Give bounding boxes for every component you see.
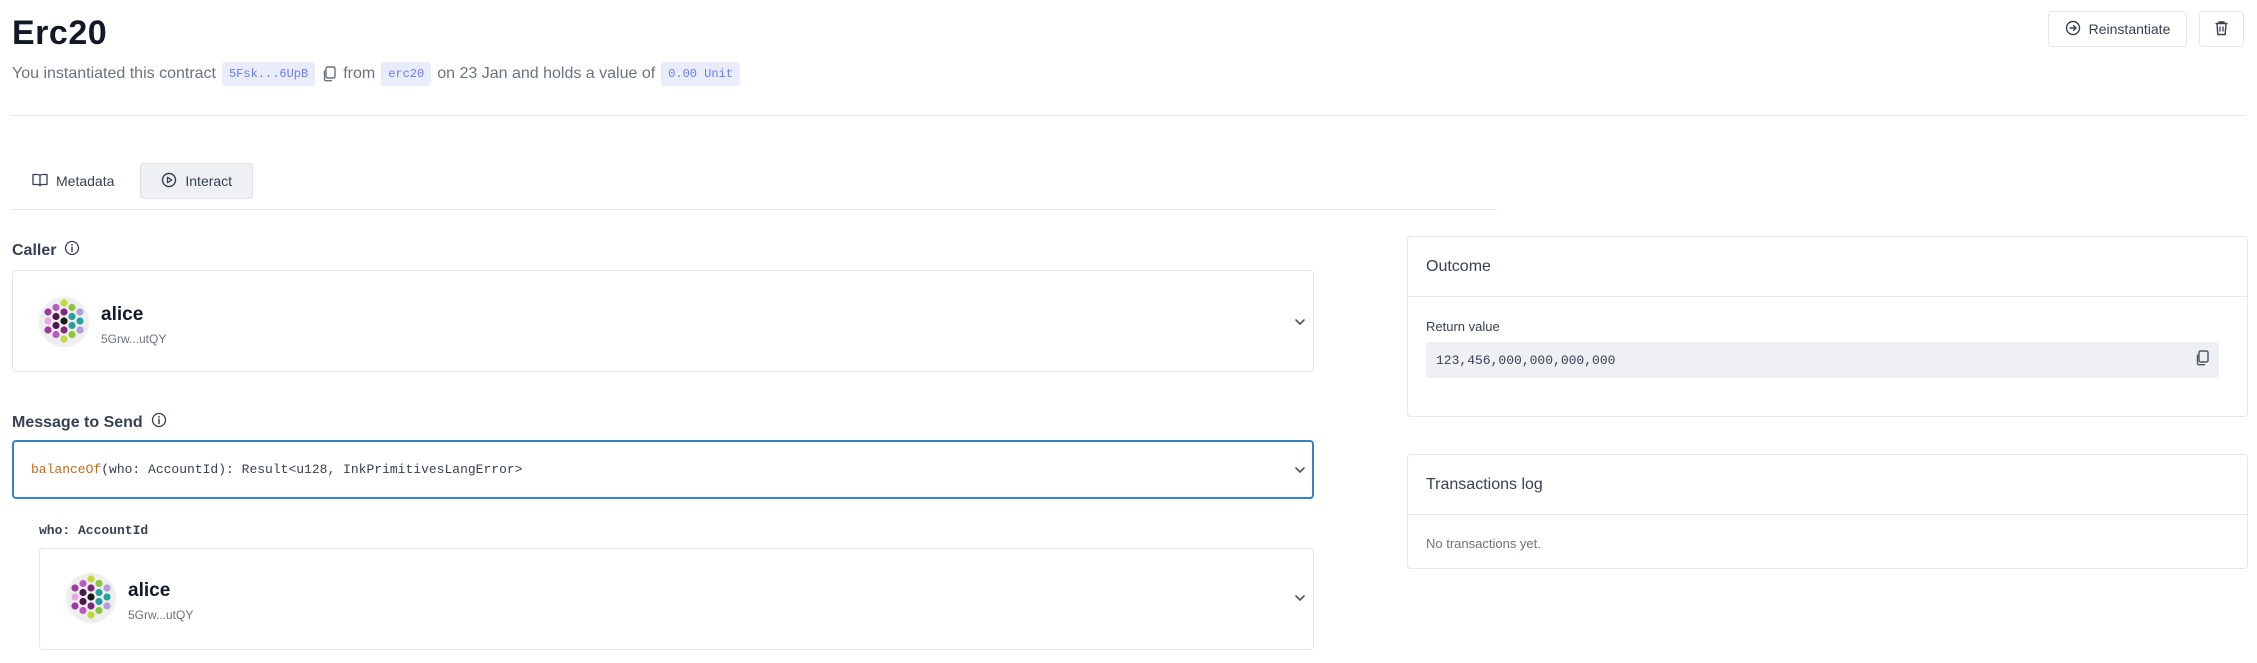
outcome-title: Outcome: [1408, 237, 2247, 297]
chevron-down-icon: [1291, 461, 1309, 479]
argument-account-text: alice 5Grw...utQY: [128, 580, 193, 622]
argument-account: alice 5Grw...utQY: [66, 573, 193, 628]
message-signature: balanceOf(who: AccountId): Result<u128, …: [31, 462, 523, 477]
chevron-down-icon: [1291, 313, 1309, 331]
return-value-field: 123,456,000,000,000,000: [1426, 342, 2219, 378]
reinstantiate-button[interactable]: Reinstantiate: [2048, 11, 2187, 47]
arrow-circle-right-icon: [2065, 20, 2081, 39]
tab-interact[interactable]: Interact: [140, 163, 254, 199]
argument-label: who: AccountId: [39, 523, 149, 538]
contract-value-chip: 0.00 Unit: [661, 62, 740, 86]
chevron-down-icon: [1291, 589, 1309, 607]
tab-metadata-label: Metadata: [56, 173, 115, 189]
tab-bar: Metadata Interact: [12, 163, 254, 199]
copy-icon[interactable]: [321, 65, 337, 83]
transactions-empty-text: No transactions yet.: [1426, 536, 1541, 551]
argument-account-select[interactable]: alice 5Grw...utQY: [39, 548, 1314, 650]
account-address: 5Grw...utQY: [128, 607, 194, 622]
tabs-divider: [12, 209, 1497, 210]
caller-account-select[interactable]: alice 5Grw...utQY: [12, 270, 1314, 372]
outcome-panel: Outcome Return value 123,456,000,000,000…: [1407, 236, 2248, 417]
caller-label: Caller: [12, 240, 80, 261]
contract-address-chip[interactable]: 5Fsk...6UpB: [221, 62, 316, 86]
info-icon[interactable]: [151, 412, 167, 433]
info-icon[interactable]: [64, 240, 80, 261]
tab-interact-label: Interact: [185, 173, 233, 189]
caller-label-text: Caller: [12, 241, 57, 259]
tab-metadata[interactable]: Metadata: [12, 163, 134, 199]
account-address: 5Grw...utQY: [101, 331, 167, 346]
page-title: Erc20: [12, 14, 108, 52]
message-fn-name: balanceOf: [31, 462, 102, 477]
play-circle-icon: [161, 172, 177, 191]
header-divider: [12, 115, 2244, 116]
message-label-text: Message to Send: [12, 413, 143, 431]
summary-from-text: from: [343, 65, 376, 82]
return-value: 123,456,000,000,000,000: [1436, 352, 1616, 368]
identicon-avatar: [66, 573, 116, 628]
contract-summary: You instantiated this contract 5Fsk...6U…: [12, 62, 740, 86]
message-label: Message to Send: [12, 412, 167, 433]
account-name: alice: [101, 303, 144, 325]
book-icon: [32, 173, 48, 190]
transactions-log-panel: Transactions log No transactions yet.: [1407, 454, 2248, 569]
code-name-chip[interactable]: erc20: [381, 62, 432, 86]
summary-intro-text: You instantiated this contract: [12, 65, 216, 82]
return-value-label: Return value: [1426, 319, 1500, 334]
caller-account-text: alice 5Grw...utQY: [101, 304, 166, 346]
message-select[interactable]: balanceOf(who: AccountId): Result<u128, …: [12, 440, 1314, 499]
caller-account: alice 5Grw...utQY: [39, 297, 166, 352]
reinstantiate-label: Reinstantiate: [2088, 21, 2171, 37]
account-name: alice: [128, 579, 171, 601]
copy-icon[interactable]: [2195, 349, 2209, 371]
trash-icon: [2214, 20, 2229, 39]
delete-button[interactable]: [2199, 11, 2244, 47]
message-signature-rest: (who: AccountId): Result<u128, InkPrimit…: [101, 462, 523, 477]
transactions-log-title: Transactions log: [1408, 455, 2247, 515]
identicon-avatar: [39, 297, 89, 352]
summary-date-text: on 23 Jan and holds a value of: [437, 65, 656, 82]
